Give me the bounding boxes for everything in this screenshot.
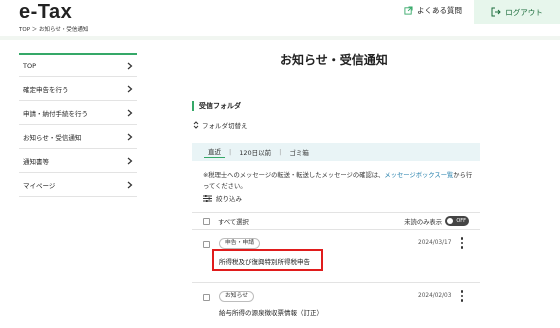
tab-trash[interactable]: ゴミ箱 <box>285 147 313 157</box>
message-subject[interactable]: 給与所得の源泉徴収票情報（訂正） <box>219 307 323 317</box>
faq-link-label: よくある質問 <box>417 6 462 15</box>
category-badge: 申告・申請 <box>219 238 260 249</box>
folder-switch-icon <box>193 121 199 129</box>
sidebar-item-application-payment[interactable]: 申請・納付手続を行う <box>19 101 137 125</box>
chevron-right-icon <box>127 109 133 116</box>
select-all-checkbox[interactable] <box>203 217 210 225</box>
sidebar-item-label: マイページ <box>23 181 56 190</box>
filter-button[interactable]: 絞り込み <box>203 193 242 203</box>
chevron-right-icon <box>127 133 133 140</box>
tab-separator: | <box>279 148 282 156</box>
chevron-right-icon <box>127 62 133 69</box>
message-row[interactable]: お知らせ 2024/02/03 給与所得の源泉徴収票情報（訂正） <box>192 285 480 328</box>
sidebar-item-label: TOP <box>23 61 37 70</box>
message-checkbox[interactable] <box>203 294 210 301</box>
highlight-box <box>212 249 323 271</box>
sidebar-item-top[interactable]: TOP <box>19 53 137 77</box>
filter-label: 絞り込み <box>216 195 242 203</box>
notice-text: ※税理士へのメッセージの転送・転送したメッセージの確認は、メッセージボックスー覧… <box>203 170 473 192</box>
sidebar-item-mypage[interactable]: マイページ <box>19 173 137 197</box>
logout-icon <box>491 7 501 17</box>
message-date: 2024/02/03 <box>418 293 452 299</box>
chevron-right-icon <box>127 181 133 188</box>
folder-heading: 受信フォルダ <box>192 101 241 111</box>
message-box-list-link[interactable]: メッセージボックスー覧 <box>384 172 453 179</box>
select-all-row: すべて選択 未読のみ表示 OFF <box>192 212 480 230</box>
header-band <box>0 36 560 40</box>
tab-bar: 直近 | 120日以前 | ゴミ箱 <box>192 143 480 161</box>
chevron-right-icon <box>127 157 133 164</box>
tab-recent[interactable]: 直近 <box>204 146 225 158</box>
external-link-icon <box>404 6 413 15</box>
folder-switch-button[interactable]: フォルダ切替え <box>193 120 248 130</box>
chevron-right-icon <box>127 85 133 92</box>
header: e-Tax よくある質問 ログアウト <box>0 0 560 24</box>
sidebar-item-label: 通知書等 <box>23 157 49 166</box>
etax-logo[interactable]: e-Tax <box>19 1 72 24</box>
unread-filter: 未読のみ表示 OFF <box>404 216 469 226</box>
sidebar-item-notifications[interactable]: お知らせ・受信通知 <box>19 125 137 149</box>
notice-text-before: ※税理士へのメッセージの転送・転送したメッセージの確認は、 <box>203 172 385 179</box>
sidebar-item-label: お知らせ・受信通知 <box>23 133 82 142</box>
tab-separator: | <box>229 148 232 156</box>
sidebar: TOP 確定申告を行う 申請・納付手続を行う お知らせ・受信通知 通知書等 マイ… <box>19 53 137 197</box>
sidebar-item-label: 申請・納付手続を行う <box>23 109 88 118</box>
unread-only-toggle[interactable]: OFF <box>445 216 469 226</box>
kebab-menu-icon[interactable] <box>460 237 464 249</box>
breadcrumb[interactable]: TOP ＞ お知らせ・受信通知 <box>19 25 88 33</box>
logout-label: ログアウト <box>505 7 543 17</box>
page-title: お知らせ・受信通知 <box>280 53 388 67</box>
message-date: 2024/03/17 <box>418 240 452 246</box>
select-all-label: すべて選択 <box>218 218 249 226</box>
folder-switch-label: フォルダ切替え <box>202 122 248 130</box>
tab-before-120-days[interactable]: 120日以前 <box>235 147 275 157</box>
filter-icon <box>203 194 212 202</box>
message-checkbox[interactable] <box>203 241 210 248</box>
message-row[interactable]: 申告・申請 2024/03/17 所得税及び復興特別所得税申告 <box>192 232 480 283</box>
faq-link[interactable]: よくある質問 <box>404 5 462 16</box>
toggle-state: OFF <box>456 218 466 224</box>
sidebar-item-tax-return[interactable]: 確定申告を行う <box>19 77 137 101</box>
sidebar-item-label: 確定申告を行う <box>23 85 69 94</box>
sidebar-item-notices[interactable]: 通知書等 <box>19 149 137 173</box>
logout-button[interactable]: ログアウト <box>474 0 560 24</box>
unread-only-label: 未読のみ表示 <box>404 218 442 226</box>
category-badge: お知らせ <box>219 291 255 302</box>
kebab-menu-icon[interactable] <box>460 290 464 302</box>
